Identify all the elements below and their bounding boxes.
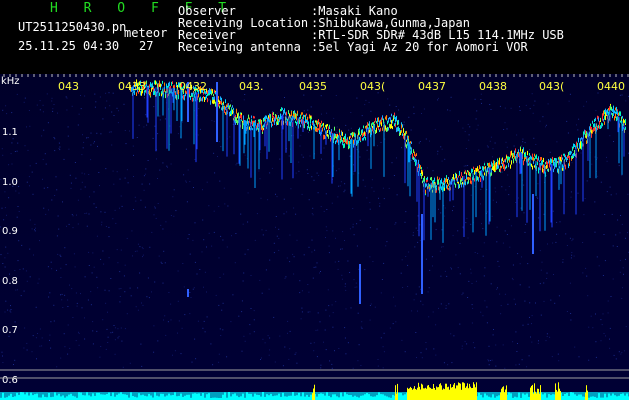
time-label: 043( — [539, 80, 564, 93]
y-label-1.1: 1.1 — [2, 127, 18, 138]
datetime-text: 25.11.25 04:30 — [18, 39, 120, 53]
time-label: 0440 — [597, 80, 625, 93]
type-label: meteor — [124, 26, 168, 40]
antenna-value: :5el Yagi Az 20 for Aomori VOR — [311, 40, 528, 54]
y-label-0.6: 0.6 — [2, 375, 18, 386]
y-label-1.0: 1.0 — [2, 177, 18, 188]
time-label: 043( — [360, 80, 385, 93]
spectrogram-plot: kHz 1.1 1.0 0.9 0.8 0.7 0.6 043 0433 043… — [0, 74, 629, 400]
time-label: 043. — [239, 80, 264, 93]
filename-text: UT2511250430.pn — [18, 20, 127, 34]
time-label: 0437 — [418, 80, 446, 93]
count-text: 27 — [139, 39, 154, 53]
header-panel: H R O F F T UT2511250430.pn meteor 25.11… — [0, 0, 629, 74]
y-label-0.8: 0.8 — [2, 276, 18, 287]
y-label-0.7: 0.7 — [2, 325, 18, 336]
spectrogram-background — [0, 74, 629, 400]
unit-label: kHz — [1, 76, 20, 87]
time-label: 0438 — [479, 80, 507, 93]
time-label: 0435 — [299, 80, 327, 93]
time-label: 0433 — [118, 80, 146, 93]
time-label: 043 — [58, 80, 79, 93]
time-label: 0432 — [179, 80, 207, 93]
antenna-label: Receiving antenna — [178, 40, 301, 54]
y-label-0.9: 0.9 — [2, 226, 18, 237]
